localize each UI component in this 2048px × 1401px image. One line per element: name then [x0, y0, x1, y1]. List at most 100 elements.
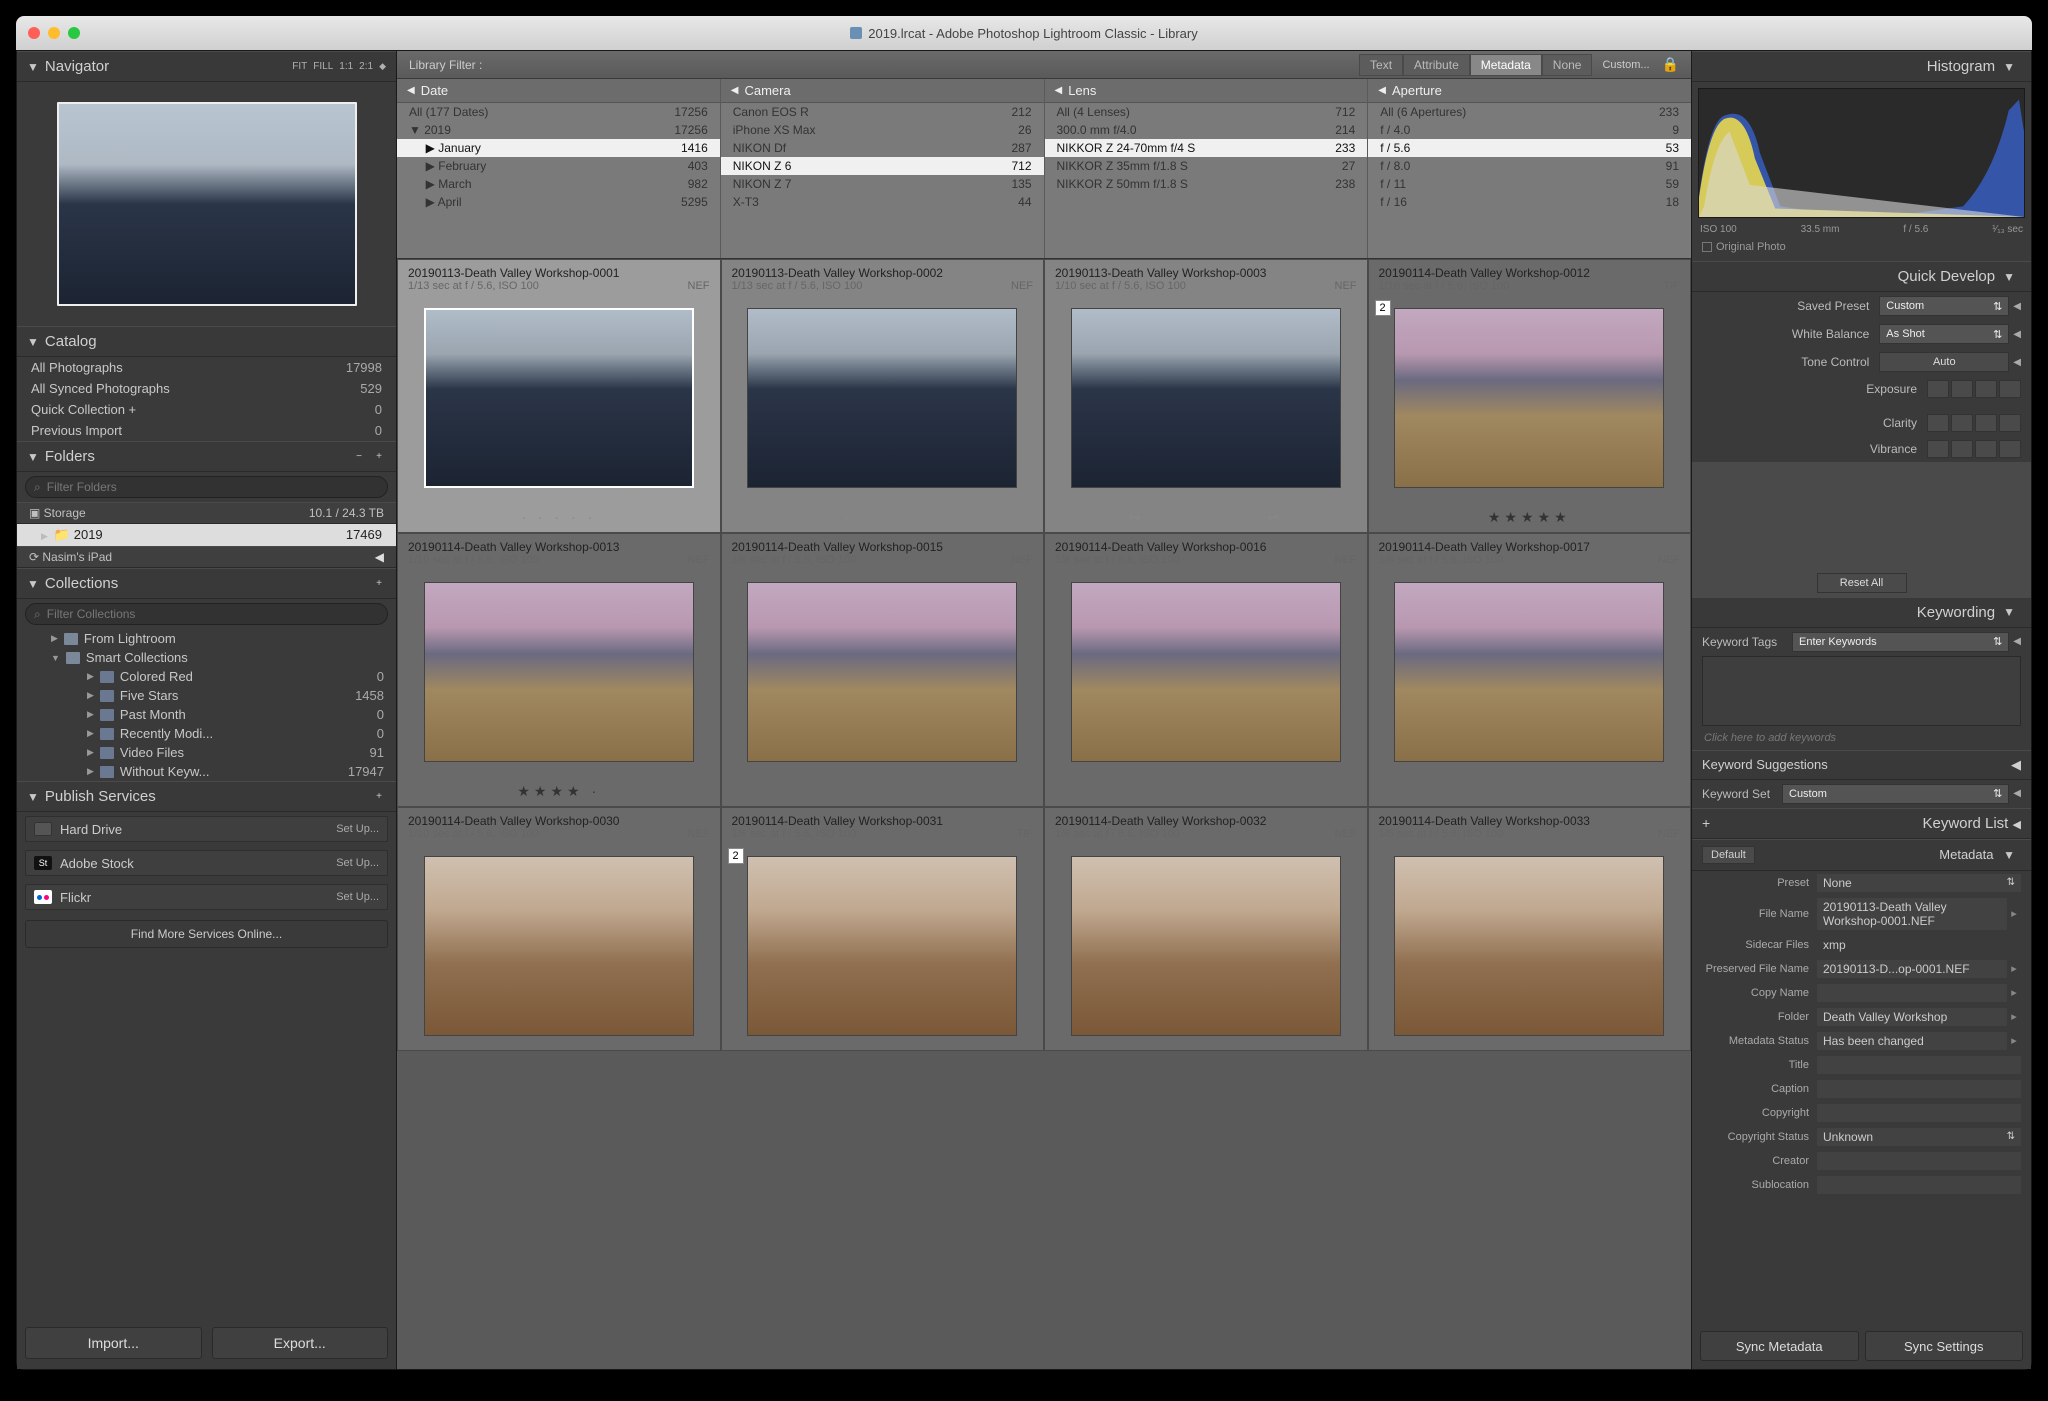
smart-collection-row[interactable]: ▶Video Files91 — [17, 743, 396, 762]
catalog-row[interactable]: All Photographs17998 — [17, 357, 396, 378]
filter-text-tab[interactable]: Text — [1359, 54, 1403, 76]
filter-row[interactable]: f / 5.653 — [1368, 139, 1691, 157]
folder-filter-input[interactable]: ⌕Filter Folders — [25, 476, 388, 498]
metadata-field[interactable]: Sidecar Filesxmp — [1692, 933, 2031, 957]
grid-cell[interactable]: 20190114-Death Valley Workshop-0017 1/6 … — [1368, 533, 1692, 807]
metadata-view-dropdown[interactable]: Default — [1702, 846, 1755, 864]
keyword-input[interactable] — [1702, 656, 2021, 726]
nav-1to1[interactable]: 1:1 — [339, 61, 353, 72]
keywording-header[interactable]: Keywording▼ — [1692, 597, 2031, 628]
smart-collection-row[interactable]: ▶Five Stars1458 — [17, 686, 396, 705]
filter-preset-dropdown[interactable]: Custom... — [1602, 59, 1649, 71]
keyword-tags-dropdown[interactable]: Enter Keywords⇅ — [1792, 632, 2009, 652]
from-lightroom-collection[interactable]: ▶From Lightroom — [17, 629, 396, 648]
keywordlist-header[interactable]: + Keyword List ◀ — [1692, 808, 2031, 839]
metacol-header[interactable]: ◀Aperture — [1368, 79, 1691, 103]
grid-cell[interactable]: 20190113-Death Valley Workshop-0001 1/13… — [397, 259, 721, 533]
metacol-header[interactable]: ◀Camera — [721, 79, 1044, 103]
auto-tone-button[interactable]: Auto — [1879, 352, 2009, 372]
filter-row[interactable]: f / 1159 — [1368, 175, 1691, 193]
add-publish-button[interactable]: + — [372, 791, 386, 802]
exposure-steppers[interactable] — [1927, 380, 2021, 398]
filter-row[interactable]: f / 8.091 — [1368, 157, 1691, 175]
filter-row[interactable]: ▶ March982 — [397, 175, 720, 193]
filter-row[interactable]: All (6 Apertures)233 — [1368, 103, 1691, 121]
filter-row[interactable]: ▶ April5295 — [397, 193, 720, 211]
thumbnail-grid[interactable]: 20190113-Death Valley Workshop-0001 1/13… — [397, 259, 1691, 1369]
grid-cell[interactable]: 20190114-Death Valley Workshop-0031 1/6 … — [721, 807, 1045, 1051]
add-folder-button[interactable]: + — [372, 451, 386, 462]
collection-filter-input[interactable]: ⌕Filter Collections — [25, 603, 388, 625]
filter-row[interactable]: NIKON Df287 — [721, 139, 1044, 157]
filter-row[interactable]: All (177 Dates)17256 — [397, 103, 720, 121]
smart-collection-row[interactable]: ▶Past Month0 — [17, 705, 396, 724]
metadata-field[interactable]: Creator — [1692, 1149, 2031, 1173]
collections-header[interactable]: ▼Collections + — [17, 568, 396, 599]
metadata-field[interactable]: File Name20190113-Death Valley Workshop-… — [1692, 895, 2031, 933]
filter-row[interactable]: NIKON Z 6712 — [721, 157, 1044, 175]
grid-cell[interactable]: 20190113-Death Valley Workshop-0002 1/13… — [721, 259, 1045, 533]
catalog-row[interactable]: Previous Import0 — [17, 420, 396, 441]
metadata-field[interactable]: Sublocation — [1692, 1173, 2031, 1197]
publish-adobestock[interactable]: StAdobe StockSet Up... — [25, 850, 388, 876]
nav-fill[interactable]: FILL — [313, 61, 333, 72]
filter-row[interactable]: f / 4.09 — [1368, 121, 1691, 139]
filter-row[interactable]: 300.0 mm f/4.0214 — [1045, 121, 1368, 139]
metadata-field[interactable]: Metadata StatusHas been changed▸ — [1692, 1029, 2031, 1053]
wb-dropdown[interactable]: As Shot⇅ — [1879, 324, 2009, 344]
metadata-field[interactable]: Copy Name▸ — [1692, 981, 2031, 1005]
chevron-left-icon[interactable]: ◀ — [2013, 329, 2021, 340]
keyword-hint[interactable]: Click here to add keywords — [1692, 726, 2031, 750]
filter-row[interactable]: iPhone XS Max26 — [721, 121, 1044, 139]
publish-flickr[interactable]: FlickrSet Up... — [25, 884, 388, 910]
histogram-display[interactable] — [1698, 88, 2025, 218]
grid-cell[interactable]: 20190113-Death Valley Workshop-0003 1/10… — [1044, 259, 1368, 533]
storage-volume[interactable]: ▣ Storage 10.1 / 24.3 TB — [17, 502, 396, 524]
original-photo-toggle[interactable]: Original Photo — [1692, 239, 2031, 261]
ipad-volume[interactable]: ⟳ Nasim's iPad ◀ — [17, 546, 396, 568]
import-button[interactable]: Import... — [25, 1327, 202, 1359]
nav-2to1[interactable]: 2:1 — [359, 61, 373, 72]
smart-collection-row[interactable]: ▶Recently Modi...0 — [17, 724, 396, 743]
metadata-preset-dropdown[interactable]: None⇅ — [1817, 874, 2021, 892]
metacol-header[interactable]: ◀Lens — [1045, 79, 1368, 103]
clarity-steppers[interactable] — [1927, 414, 2021, 432]
filter-row[interactable]: All (4 Lenses)712 — [1045, 103, 1368, 121]
grid-cell[interactable]: 20190114-Death Valley Workshop-0030 1/10… — [397, 807, 721, 1051]
filter-row[interactable]: NIKKOR Z 35mm f/1.8 S27 — [1045, 157, 1368, 175]
catalog-row[interactable]: All Synced Photographs529 — [17, 378, 396, 399]
metadata-field[interactable]: Copyright StatusUnknown⇅ — [1692, 1125, 2031, 1149]
metadata-field[interactable]: Preserved File Name20190113-D...op-0001.… — [1692, 957, 2031, 981]
keyword-suggestions-header[interactable]: Keyword Suggestions◀ — [1692, 750, 2031, 780]
lock-icon[interactable]: 🔒 — [1662, 56, 1679, 73]
filter-attribute-tab[interactable]: Attribute — [1403, 54, 1470, 76]
add-collection-button[interactable]: + — [372, 578, 386, 589]
publish-header[interactable]: ▼Publish Services + — [17, 781, 396, 812]
metadata-field[interactable]: FolderDeath Valley Workshop▸ — [1692, 1005, 2031, 1029]
sync-settings-button[interactable]: Sync Settings — [1865, 1331, 2024, 1361]
remove-folder-button[interactable]: − — [352, 451, 366, 462]
saved-preset-dropdown[interactable]: Custom⇅ — [1879, 296, 2009, 316]
filter-row[interactable]: X-T344 — [721, 193, 1044, 211]
catalog-header[interactable]: ▼Catalog — [17, 326, 396, 357]
quickdev-header[interactable]: Quick Develop▼ — [1692, 261, 2031, 292]
grid-cell[interactable]: 20190114-Death Valley Workshop-0016 1/8 … — [1044, 533, 1368, 807]
reset-all-button[interactable]: Reset All — [1817, 573, 1907, 593]
filter-row[interactable]: Canon EOS R212 — [721, 103, 1044, 121]
folder-2019[interactable]: ▶📁 2019 17469 — [17, 524, 396, 546]
smart-collection-row[interactable]: ▶Colored Red0 — [17, 667, 396, 686]
metacol-header[interactable]: ◀Date — [397, 79, 720, 103]
publish-harddrive[interactable]: Hard DriveSet Up... — [25, 816, 388, 842]
filter-row[interactable]: f / 1618 — [1368, 193, 1691, 211]
metadata-field[interactable]: Caption — [1692, 1077, 2031, 1101]
filter-row[interactable]: ▶ January1416 — [397, 139, 720, 157]
nav-fit[interactable]: FIT — [292, 61, 307, 72]
catalog-row[interactable]: Quick Collection +0 — [17, 399, 396, 420]
filter-none-tab[interactable]: None — [1542, 54, 1593, 76]
filter-row[interactable]: ▼ 201917256 — [397, 121, 720, 139]
export-button[interactable]: Export... — [212, 1327, 389, 1359]
grid-cell[interactable]: 20190114-Death Valley Workshop-0013 1/10… — [397, 533, 721, 807]
grid-cell[interactable]: 20190114-Death Valley Workshop-0015 1/8 … — [721, 533, 1045, 807]
histogram-header[interactable]: Histogram▼ — [1692, 51, 2031, 82]
filter-metadata-tab[interactable]: Metadata — [1470, 54, 1542, 76]
